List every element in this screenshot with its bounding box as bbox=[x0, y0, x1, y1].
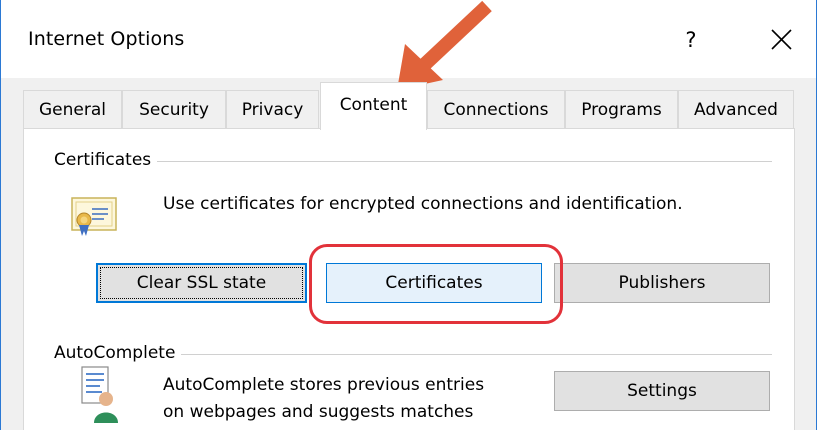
tab-connections[interactable]: Connections bbox=[427, 90, 565, 128]
settings-button-label: Settings bbox=[627, 381, 697, 401]
autocomplete-icon bbox=[81, 366, 118, 423]
tab-general[interactable]: General bbox=[23, 90, 122, 128]
close-icon bbox=[771, 29, 792, 50]
tab-programs[interactable]: Programs bbox=[565, 90, 678, 128]
close-button[interactable] bbox=[761, 18, 805, 62]
internet-options-window: Internet Options ? General Security Priv… bbox=[0, 0, 817, 430]
window-title: Internet Options bbox=[28, 28, 185, 50]
autocomplete-group-label: AutoComplete bbox=[54, 343, 182, 363]
title-bar: Internet Options ? bbox=[1, 0, 816, 78]
tab-strip: General Security Privacy Content Connect… bbox=[1, 78, 816, 130]
help-icon: ? bbox=[685, 28, 697, 52]
certificates-button-label: Certificates bbox=[385, 273, 483, 293]
publishers-button[interactable]: Publishers bbox=[554, 263, 770, 303]
certificates-description: Use certificates for encrypted connectio… bbox=[163, 194, 683, 214]
autocomplete-description-line1: AutoComplete stores previous entries bbox=[163, 375, 485, 395]
tab-privacy[interactable]: Privacy bbox=[226, 90, 319, 128]
certificates-group-label: Certificates bbox=[54, 150, 158, 170]
tab-content[interactable]: Content bbox=[320, 82, 427, 130]
help-button[interactable]: ? bbox=[671, 18, 711, 62]
tab-security[interactable]: Security bbox=[122, 90, 226, 128]
publishers-button-label: Publishers bbox=[618, 273, 706, 293]
focus-rectangle bbox=[100, 267, 303, 299]
tab-advanced[interactable]: Advanced bbox=[678, 90, 794, 128]
certificates-button[interactable]: Certificates bbox=[326, 263, 542, 303]
certificates-group-divider bbox=[54, 161, 772, 162]
content-tab-panel: Certificates Use certificates for encryp… bbox=[23, 128, 795, 430]
autocomplete-settings-button[interactable]: Settings bbox=[554, 371, 770, 411]
autocomplete-description-line2: on webpages and suggests matches bbox=[163, 402, 474, 422]
clear-ssl-state-button[interactable]: Clear SSL state bbox=[96, 263, 307, 303]
certificate-icon bbox=[71, 197, 117, 236]
